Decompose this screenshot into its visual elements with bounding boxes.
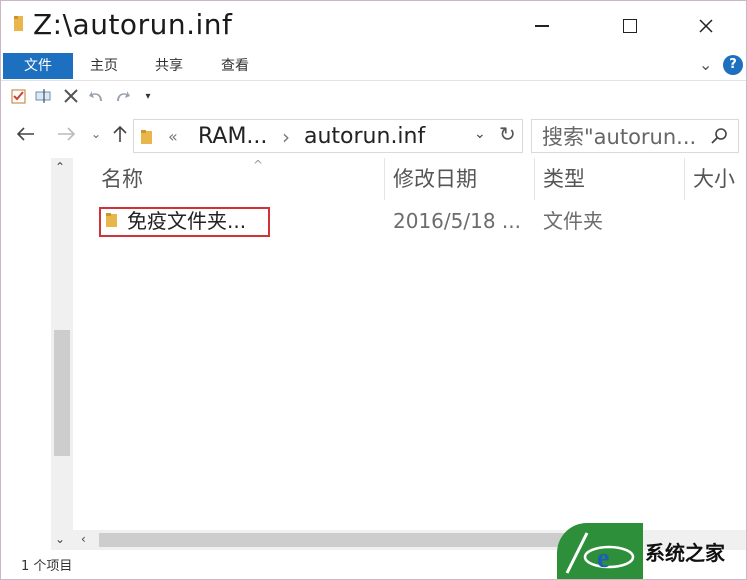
column-header-name[interactable]: 名称 ^	[93, 158, 385, 200]
close-button[interactable]	[677, 1, 735, 51]
refresh-icon[interactable]: ↻	[499, 122, 516, 146]
minimize-icon	[535, 25, 549, 27]
scrollbar-thumb[interactable]	[54, 330, 70, 456]
horizontal-scrollbar-thumb[interactable]	[99, 533, 619, 547]
redo-icon	[117, 91, 130, 101]
quick-access-toolbar: ▾	[1, 82, 746, 110]
scroll-left-chevron-icon[interactable]: ‹	[81, 532, 86, 546]
navigation-pane-scrollbar[interactable]: ⌃ ⌄	[51, 158, 73, 550]
back-arrow-icon	[17, 127, 34, 141]
address-bar[interactable]: « RAM... › autorun.inf ⌄ ↻	[133, 119, 523, 153]
item-count: 1 个项目	[21, 559, 73, 574]
title-bar[interactable]: Z:\autorun.inf	[1, 1, 746, 51]
column-header-type[interactable]: 类型	[535, 158, 685, 200]
column-name-label: 名称	[101, 167, 143, 191]
ribbon-tabs: 文件 主页 共享 查看 ⌄ ?	[1, 51, 746, 81]
scroll-down-chevron-icon[interactable]: ⌄	[55, 532, 65, 546]
tab-home[interactable]: 主页	[81, 53, 127, 79]
file-row[interactable]: 免疫文件夹... 2016/5/18 ... 文件夹	[73, 204, 746, 238]
maximize-button[interactable]	[601, 1, 659, 51]
window-title: Z:\autorun.inf	[33, 8, 233, 41]
recent-locations-chevron-icon[interactable]: ⌄	[87, 121, 105, 147]
breadcrumb-overflow[interactable]: «	[168, 127, 178, 146]
back-button[interactable]	[13, 121, 39, 147]
selection-highlight-box	[99, 207, 270, 237]
help-icon[interactable]: ?	[723, 55, 743, 75]
address-dropdown-chevron-icon[interactable]: ⌄	[474, 126, 486, 142]
redo-button[interactable]	[112, 86, 132, 106]
file-type: 文件夹	[543, 209, 603, 233]
delete-button[interactable]	[61, 86, 81, 106]
close-icon	[699, 19, 713, 33]
search-input[interactable]: 搜索"autorun...	[542, 122, 696, 152]
watermark-logo-icon: e	[565, 532, 635, 574]
customize-toolbar-dropdown-icon[interactable]: ▾	[141, 86, 155, 106]
watermark-logo: e	[557, 523, 643, 579]
column-header-size[interactable]: 大小	[685, 158, 746, 200]
tab-share[interactable]: 共享	[146, 53, 192, 79]
forward-arrow-icon	[58, 127, 75, 141]
breadcrumb-separator-icon[interactable]: ›	[282, 125, 290, 149]
column-header-date[interactable]: 修改日期	[385, 158, 535, 200]
navigation-bar: ⌄ « RAM... › autorun.inf ⌄ ↻ 搜索"autorun.…	[1, 111, 746, 157]
forward-button[interactable]	[53, 121, 79, 147]
search-icon[interactable]	[710, 127, 728, 145]
undo-icon	[89, 91, 102, 101]
up-arrow-icon	[113, 125, 127, 142]
properties-button[interactable]	[9, 86, 29, 106]
checkbox-properties-icon	[11, 89, 26, 104]
delete-x-icon	[64, 89, 78, 103]
watermark-text: 系统之家	[645, 541, 725, 565]
navigation-pane	[1, 158, 51, 550]
minimize-button[interactable]	[513, 1, 571, 51]
explorer-window: Z:\autorun.inf 文件 主页 共享 查看 ⌄ ? ▾ ⌄ « RAM…	[0, 0, 747, 580]
file-list: 名称 ^ 修改日期 类型 大小 免疫文件夹... 2016/5/18 ... 文…	[73, 158, 746, 530]
folder-icon	[14, 16, 23, 31]
svg-text:e: e	[597, 543, 609, 574]
breadcrumb-autorun[interactable]: autorun.inf	[304, 122, 425, 152]
up-button[interactable]	[109, 121, 131, 147]
sort-caret-icon: ^	[253, 158, 264, 172]
folder-icon	[141, 130, 152, 144]
maximize-icon	[623, 19, 637, 33]
expand-ribbon-chevron-icon[interactable]: ⌄	[699, 55, 712, 74]
tab-view[interactable]: 查看	[212, 53, 258, 79]
undo-button[interactable]	[87, 86, 107, 106]
watermark: e 系统之家	[557, 523, 746, 579]
tab-file[interactable]: 文件	[3, 53, 73, 79]
rename-icon	[35, 89, 51, 103]
file-date: 2016/5/18 ...	[393, 209, 521, 233]
search-box[interactable]: 搜索"autorun...	[531, 119, 739, 153]
rename-button[interactable]	[34, 86, 54, 106]
scroll-up-chevron-icon[interactable]: ⌃	[55, 160, 65, 174]
